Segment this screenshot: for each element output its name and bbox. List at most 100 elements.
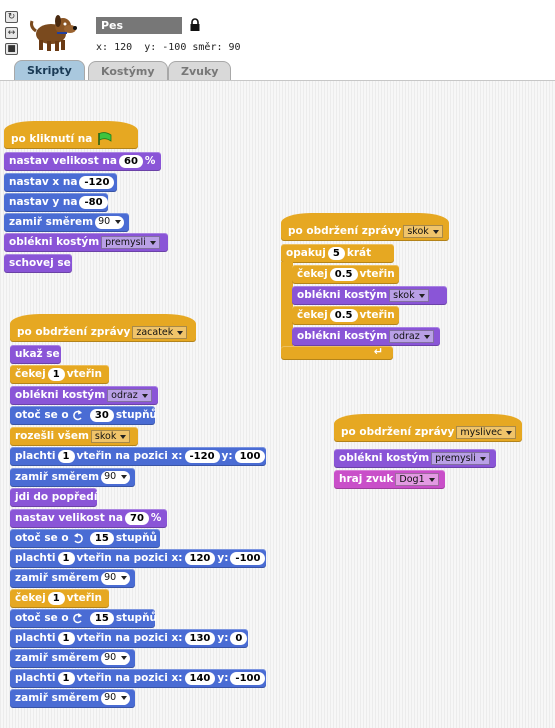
unit-label: vteřin: [66, 368, 102, 380]
block-label: oblékni kostým: [15, 389, 106, 401]
degrees-input[interactable]: 15: [89, 531, 114, 545]
direction-dropdown[interactable]: 90: [101, 571, 131, 585]
switch-costume-block[interactable]: oblékni kostým odraz: [10, 386, 158, 405]
direction-dropdown[interactable]: 90: [101, 651, 131, 665]
y-input[interactable]: -100: [230, 551, 266, 565]
unit-label: vteřin: [359, 268, 395, 280]
block-label: zamiř směrem: [15, 572, 100, 584]
block-label: otoč se o: [15, 409, 69, 421]
no-rotate-icon[interactable]: ■: [5, 43, 18, 55]
hide-block[interactable]: schovej se: [4, 254, 72, 273]
block-label: vteřin na pozici x:: [76, 450, 183, 462]
y-input[interactable]: -100: [230, 671, 266, 685]
costume-dropdown[interactable]: odraz: [389, 329, 434, 343]
secs-input[interactable]: 1: [57, 449, 75, 463]
glide-block[interactable]: plachti 1 vteřin na pozici x: 120 y: -100: [10, 549, 266, 568]
wait-input[interactable]: 1: [47, 591, 65, 605]
degrees-input[interactable]: 15: [89, 611, 114, 625]
sprite-header: ↻ ↔ ■ Pes x: 120 y: -100 směr: 90 Skript…: [0, 0, 555, 81]
repeat-end: ↵: [281, 346, 393, 360]
left-right-icon[interactable]: ↔: [5, 27, 18, 39]
x-input[interactable]: 120: [184, 551, 216, 565]
direction-dropdown[interactable]: 90: [101, 691, 131, 705]
size-input[interactable]: 60: [118, 154, 143, 168]
wait-input[interactable]: 1: [47, 367, 65, 381]
message-dropdown[interactable]: skok: [90, 429, 131, 443]
wait-block[interactable]: čekej 0.5 vteřin: [292, 306, 399, 325]
tab-sounds[interactable]: Zvuky: [168, 61, 232, 81]
y-label: y:: [217, 672, 229, 684]
glide-block[interactable]: plachti 1 vteřin na pozici x: 130 y: 0: [10, 629, 248, 648]
point-direction-block[interactable]: zamiř směrem 90: [10, 569, 135, 588]
y-label: y:: [144, 42, 157, 53]
broadcast-block[interactable]: rozešli všem skok: [10, 427, 138, 446]
y-label: y:: [217, 552, 229, 564]
repeat-block[interactable]: opakuj 5 krát: [281, 244, 394, 263]
set-y-block[interactable]: nastav y na -80: [4, 193, 108, 212]
when-receive-hat[interactable]: po obdržení zprávy zacatek: [10, 314, 196, 342]
costume-dropdown[interactable]: odraz: [107, 388, 152, 402]
direction-dropdown[interactable]: 90: [95, 215, 125, 229]
tab-costumes[interactable]: Kostýmy: [88, 61, 168, 81]
lock-icon[interactable]: [189, 18, 201, 32]
y-input[interactable]: 100: [234, 449, 266, 463]
secs-input[interactable]: 1: [57, 551, 75, 565]
block-label: rozešli všem: [15, 430, 89, 442]
sound-dropdown[interactable]: Dog1: [395, 472, 439, 486]
switch-costume-block[interactable]: oblékni kostým premysli: [334, 449, 496, 468]
wait-block[interactable]: čekej 0.5 vteřin: [292, 265, 399, 284]
y-input[interactable]: 0: [230, 631, 248, 645]
switch-costume-block[interactable]: oblékni kostým premysli: [4, 233, 168, 252]
secs-input[interactable]: 1: [57, 631, 75, 645]
degrees-input[interactable]: 30: [89, 408, 114, 422]
wait-input[interactable]: 0.5: [329, 267, 358, 281]
x-input[interactable]: 130: [184, 631, 216, 645]
turn-left-block[interactable]: otoč se o 15 stupňů: [10, 609, 158, 628]
x-input[interactable]: -120: [184, 449, 220, 463]
x-input[interactable]: 140: [184, 671, 216, 685]
point-direction-block[interactable]: zamiř směrem 90: [10, 649, 135, 668]
unit-label: stupňů: [115, 409, 158, 421]
show-block[interactable]: ukaž se: [10, 345, 61, 364]
message-dropdown[interactable]: myslivec: [456, 425, 517, 439]
point-direction-block[interactable]: zamiř směrem 90: [4, 213, 129, 232]
set-size-block[interactable]: nastav velikost na 60%: [4, 152, 161, 171]
wait-block[interactable]: čekej 1 vteřin: [10, 589, 109, 608]
switch-costume-block[interactable]: oblékni kostým odraz: [292, 327, 440, 346]
y-input[interactable]: -80: [79, 195, 108, 209]
turn-left-block[interactable]: otoč se o 30 stupňů: [10, 406, 158, 425]
glide-block[interactable]: plachti 1 vteřin na pozici x: 140 y: -100: [10, 669, 266, 688]
point-direction-block[interactable]: zamiř směrem 90: [10, 468, 135, 487]
go-to-front-block[interactable]: jdi do popředí: [10, 488, 97, 507]
tab-scripts[interactable]: Skripty: [14, 60, 85, 81]
unit-label: stupňů: [115, 612, 158, 624]
point-direction-block[interactable]: zamiř směrem 90: [10, 689, 135, 708]
glide-block[interactable]: plachti 1 vteřin na pozici x: -120 y: 100: [10, 447, 266, 466]
direction-value: 90: [228, 42, 241, 53]
costume-dropdown[interactable]: premysli: [101, 235, 160, 249]
repeat-count-input[interactable]: 5: [327, 246, 345, 260]
direction-dropdown[interactable]: 90: [101, 470, 131, 484]
when-receive-hat[interactable]: po obdržení zprávy myslivec: [334, 414, 522, 442]
costume-dropdown[interactable]: premysli: [431, 451, 490, 465]
set-x-block[interactable]: nastav x na -120: [4, 173, 117, 192]
costume-dropdown[interactable]: skok: [389, 288, 429, 302]
when-flag-clicked-hat[interactable]: po kliknutí na: [4, 121, 138, 149]
rotate-icon[interactable]: ↻: [5, 11, 18, 23]
when-receive-hat[interactable]: po obdržení zprávy skok: [281, 213, 449, 241]
switch-costume-block[interactable]: oblékni kostým skok: [292, 286, 447, 305]
block-label: vteřin na pozici x:: [76, 672, 183, 684]
secs-input[interactable]: 1: [57, 671, 75, 685]
message-dropdown[interactable]: skok: [403, 224, 443, 238]
sprite-name-field[interactable]: Pes: [96, 17, 182, 34]
size-input[interactable]: 70: [124, 511, 149, 525]
turn-right-block[interactable]: otoč se o 15 stupňů: [10, 529, 160, 548]
block-label: čekej: [15, 368, 46, 380]
block-label: plachti: [15, 552, 56, 564]
message-dropdown[interactable]: zacatek: [132, 325, 188, 339]
play-sound-block[interactable]: hraj zvuk Dog1: [334, 470, 445, 489]
wait-input[interactable]: 0.5: [329, 308, 358, 322]
wait-block[interactable]: čekej 1 vteřin: [10, 365, 109, 384]
set-size-block[interactable]: nastav velikost na 70%: [10, 509, 167, 528]
x-input[interactable]: -120: [79, 175, 115, 189]
